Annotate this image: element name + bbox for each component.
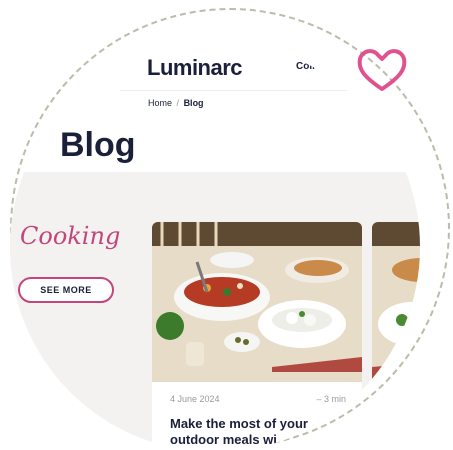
blog-card[interactable] [372, 222, 420, 450]
nav-item-collections[interactable]: Collec [296, 61, 326, 72]
page: Luminarc Collec Home / Blog Blog Cooking… [0, 0, 453, 450]
breadcrumb-current: Blog [183, 98, 204, 108]
card-date: 4 June 2024 [170, 394, 220, 404]
page-title: Blog [60, 126, 136, 164]
category-title: Cooking [20, 222, 121, 250]
card-meta: 4 June 2024 – 3 min [170, 394, 346, 404]
card-read-time: – 3 min [316, 394, 346, 404]
heart-icon [357, 49, 407, 91]
breadcrumb-home[interactable]: Home [148, 98, 172, 108]
food-photo [152, 222, 362, 382]
card-title-line: Make the most of your [170, 416, 308, 431]
food-photo [372, 222, 420, 382]
site-view: Luminarc Collec Home / Blog Blog Cooking… [10, 42, 420, 450]
site-logo[interactable]: Luminarc [147, 55, 243, 81]
card-title-line: outdoor meals wi [170, 432, 277, 447]
zoom-lens: Luminarc Collec Home / Blog Blog Cooking… [10, 42, 420, 450]
breadcrumb-separator: / [176, 98, 180, 108]
card-title[interactable]: Make the most of your outdoor meals wi [170, 416, 346, 448]
blog-card[interactable]: 4 June 2024 – 3 min Make the most of you… [152, 222, 362, 450]
breadcrumb: Home / Blog [148, 98, 204, 108]
see-more-button[interactable]: SEE MORE [18, 277, 114, 303]
